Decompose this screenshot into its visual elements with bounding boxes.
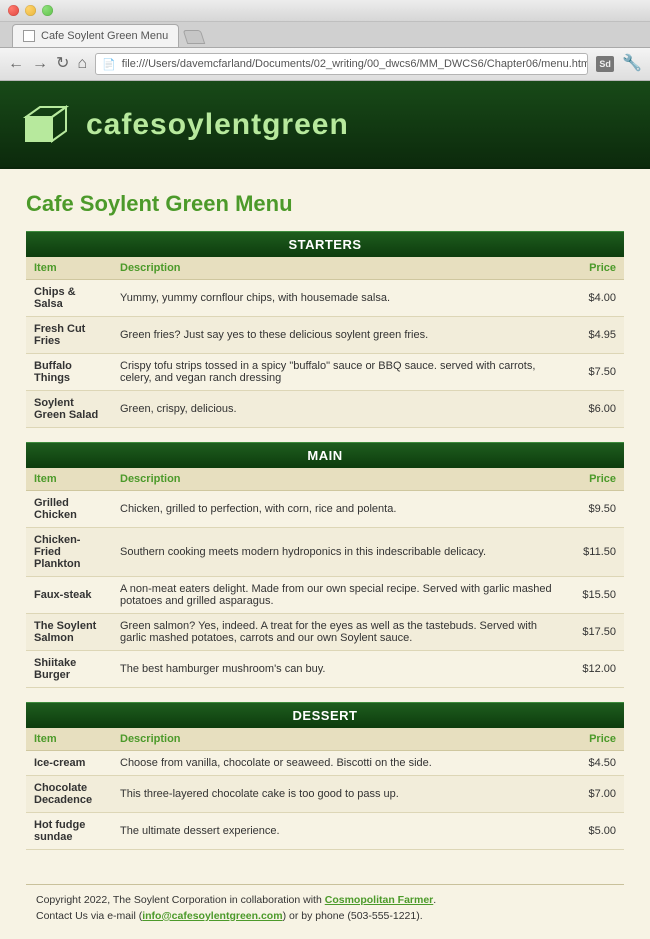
zoom-icon[interactable] xyxy=(42,5,53,16)
menu-section: STARTERSItemDescriptionPriceChips & Sals… xyxy=(26,231,624,428)
brand-name: cafesoylentgreen xyxy=(86,108,349,142)
table-row: Hot fudge sundaeThe ultimate dessert exp… xyxy=(26,813,624,850)
browser-toolbar: ← → ↻ ⌂ 📄 file:///Users/davemcfarland/Do… xyxy=(0,48,650,80)
cell-price: $7.00 xyxy=(564,776,624,813)
menu-table: ItemDescriptionPriceChips & SalsaYummy, … xyxy=(26,257,624,428)
cell-price: $11.50 xyxy=(564,528,624,577)
cell-desc: The ultimate dessert experience. xyxy=(112,813,564,850)
col-price: Price xyxy=(564,728,624,751)
cell-price: $4.00 xyxy=(564,280,624,317)
menu-section: DESSERTItemDescriptionPriceIce-creamChoo… xyxy=(26,702,624,850)
table-row: Chicken-Fried PlanktonSouthern cooking m… xyxy=(26,528,624,577)
col-desc: Description xyxy=(112,468,564,491)
cell-item: Buffalo Things xyxy=(26,354,112,391)
menu-section: MAINItemDescriptionPriceGrilled ChickenC… xyxy=(26,442,624,688)
col-item: Item xyxy=(26,257,112,280)
browser-chrome: Cafe Soylent Green Menu ← → ↻ ⌂ 📄 file:/… xyxy=(0,0,650,81)
col-desc: Description xyxy=(112,728,564,751)
browser-tab[interactable]: Cafe Soylent Green Menu xyxy=(12,24,179,47)
table-row: Soylent Green SaladGreen, crispy, delici… xyxy=(26,391,624,428)
cell-price: $4.50 xyxy=(564,751,624,776)
favicon-icon xyxy=(23,30,35,42)
cell-price: $5.00 xyxy=(564,813,624,850)
col-item: Item xyxy=(26,468,112,491)
cell-item: Chicken-Fried Plankton xyxy=(26,528,112,577)
footer-partner-link[interactable]: Cosmopolitan Farmer xyxy=(325,894,434,906)
cell-desc: This three-layered chocolate cake is too… xyxy=(112,776,564,813)
table-row: The Soylent SalmonGreen salmon? Yes, ind… xyxy=(26,614,624,651)
col-price: Price xyxy=(564,468,624,491)
footer-line2b: ) or by phone (503-555-1221). xyxy=(283,910,423,922)
menu-table: ItemDescriptionPriceGrilled ChickenChick… xyxy=(26,468,624,688)
content: Cafe Soylent Green Menu STARTERSItemDesc… xyxy=(0,169,650,872)
reload-button[interactable]: ↻ xyxy=(56,56,69,72)
page-title: Cafe Soylent Green Menu xyxy=(26,191,624,217)
cell-item: Faux-steak xyxy=(26,577,112,614)
cell-price: $17.50 xyxy=(564,614,624,651)
back-button[interactable]: ← xyxy=(8,56,24,72)
cell-desc: Southern cooking meets modern hydroponic… xyxy=(112,528,564,577)
footer-line2a: Contact Us via e-mail ( xyxy=(36,910,142,922)
section-title: DESSERT xyxy=(26,702,624,728)
footer-email-link[interactable]: info@cafesoylentgreen.com xyxy=(142,910,282,922)
wrench-icon[interactable]: 🔧 xyxy=(622,56,642,72)
window-titlebar xyxy=(0,0,650,22)
cell-desc: Yummy, yummy cornflour chips, with house… xyxy=(112,280,564,317)
tab-strip: Cafe Soylent Green Menu xyxy=(0,22,650,48)
cell-desc: Crispy tofu strips tossed in a spicy "bu… xyxy=(112,354,564,391)
document-icon: 📄 xyxy=(102,58,116,71)
cell-item: Chips & Salsa xyxy=(26,280,112,317)
cell-desc: Green, crispy, delicious. xyxy=(112,391,564,428)
table-row: Shiitake BurgerThe best hamburger mushro… xyxy=(26,651,624,688)
cell-item: Fresh Cut Fries xyxy=(26,317,112,354)
table-row: Buffalo ThingsCrispy tofu strips tossed … xyxy=(26,354,624,391)
cell-item: Grilled Chicken xyxy=(26,491,112,528)
table-row: Ice-creamChoose from vanilla, chocolate … xyxy=(26,751,624,776)
cell-item: Hot fudge sundae xyxy=(26,813,112,850)
cell-item: Shiitake Burger xyxy=(26,651,112,688)
table-row: Faux-steakA non-meat eaters delight. Mad… xyxy=(26,577,624,614)
footer: Copyright 2022, The Soylent Corporation … xyxy=(26,884,624,939)
col-price: Price xyxy=(564,257,624,280)
cell-price: $7.50 xyxy=(564,354,624,391)
home-button[interactable]: ⌂ xyxy=(77,56,87,72)
extension-icon[interactable]: Sd xyxy=(596,56,614,72)
cell-item: Chocolate Decadence xyxy=(26,776,112,813)
cell-price: $12.00 xyxy=(564,651,624,688)
url-text: file:///Users/davemcfarland/Documents/02… xyxy=(122,58,588,70)
cell-desc: Choose from vanilla, chocolate or seawee… xyxy=(112,751,564,776)
table-row: Grilled ChickenChicken, grilled to perfe… xyxy=(26,491,624,528)
site-header: cafesoylentgreen xyxy=(0,81,650,169)
footer-line1a: Copyright 2022, The Soylent Corporation … xyxy=(36,894,325,906)
minimize-icon[interactable] xyxy=(25,5,36,16)
cell-desc: Chicken, grilled to perfection, with cor… xyxy=(112,491,564,528)
cell-price: $9.50 xyxy=(564,491,624,528)
cell-item: Soylent Green Salad xyxy=(26,391,112,428)
col-desc: Description xyxy=(112,257,564,280)
cell-desc: Green fries? Just say yes to these delic… xyxy=(112,317,564,354)
table-row: Chips & SalsaYummy, yummy cornflour chip… xyxy=(26,280,624,317)
logo-cube-icon xyxy=(20,103,72,147)
cell-price: $15.50 xyxy=(564,577,624,614)
section-title: STARTERS xyxy=(26,231,624,257)
cell-desc: Green salmon? Yes, indeed. A treat for t… xyxy=(112,614,564,651)
close-icon[interactable] xyxy=(8,5,19,16)
page: cafesoylentgreen Cafe Soylent Green Menu… xyxy=(0,81,650,939)
table-row: Fresh Cut FriesGreen fries? Just say yes… xyxy=(26,317,624,354)
cell-desc: A non-meat eaters delight. Made from our… xyxy=(112,577,564,614)
new-tab-button[interactable] xyxy=(183,30,206,44)
url-bar[interactable]: 📄 file:///Users/davemcfarland/Documents/… xyxy=(95,53,588,75)
forward-button[interactable]: → xyxy=(32,56,48,72)
cell-item: The Soylent Salmon xyxy=(26,614,112,651)
cell-price: $6.00 xyxy=(564,391,624,428)
table-row: Chocolate DecadenceThis three-layered ch… xyxy=(26,776,624,813)
cell-desc: The best hamburger mushroom's can buy. xyxy=(112,651,564,688)
tab-title: Cafe Soylent Green Menu xyxy=(41,30,168,42)
section-title: MAIN xyxy=(26,442,624,468)
cell-price: $4.95 xyxy=(564,317,624,354)
col-item: Item xyxy=(26,728,112,751)
cell-item: Ice-cream xyxy=(26,751,112,776)
footer-line1b: . xyxy=(433,894,436,906)
logo: cafesoylentgreen xyxy=(20,103,630,147)
